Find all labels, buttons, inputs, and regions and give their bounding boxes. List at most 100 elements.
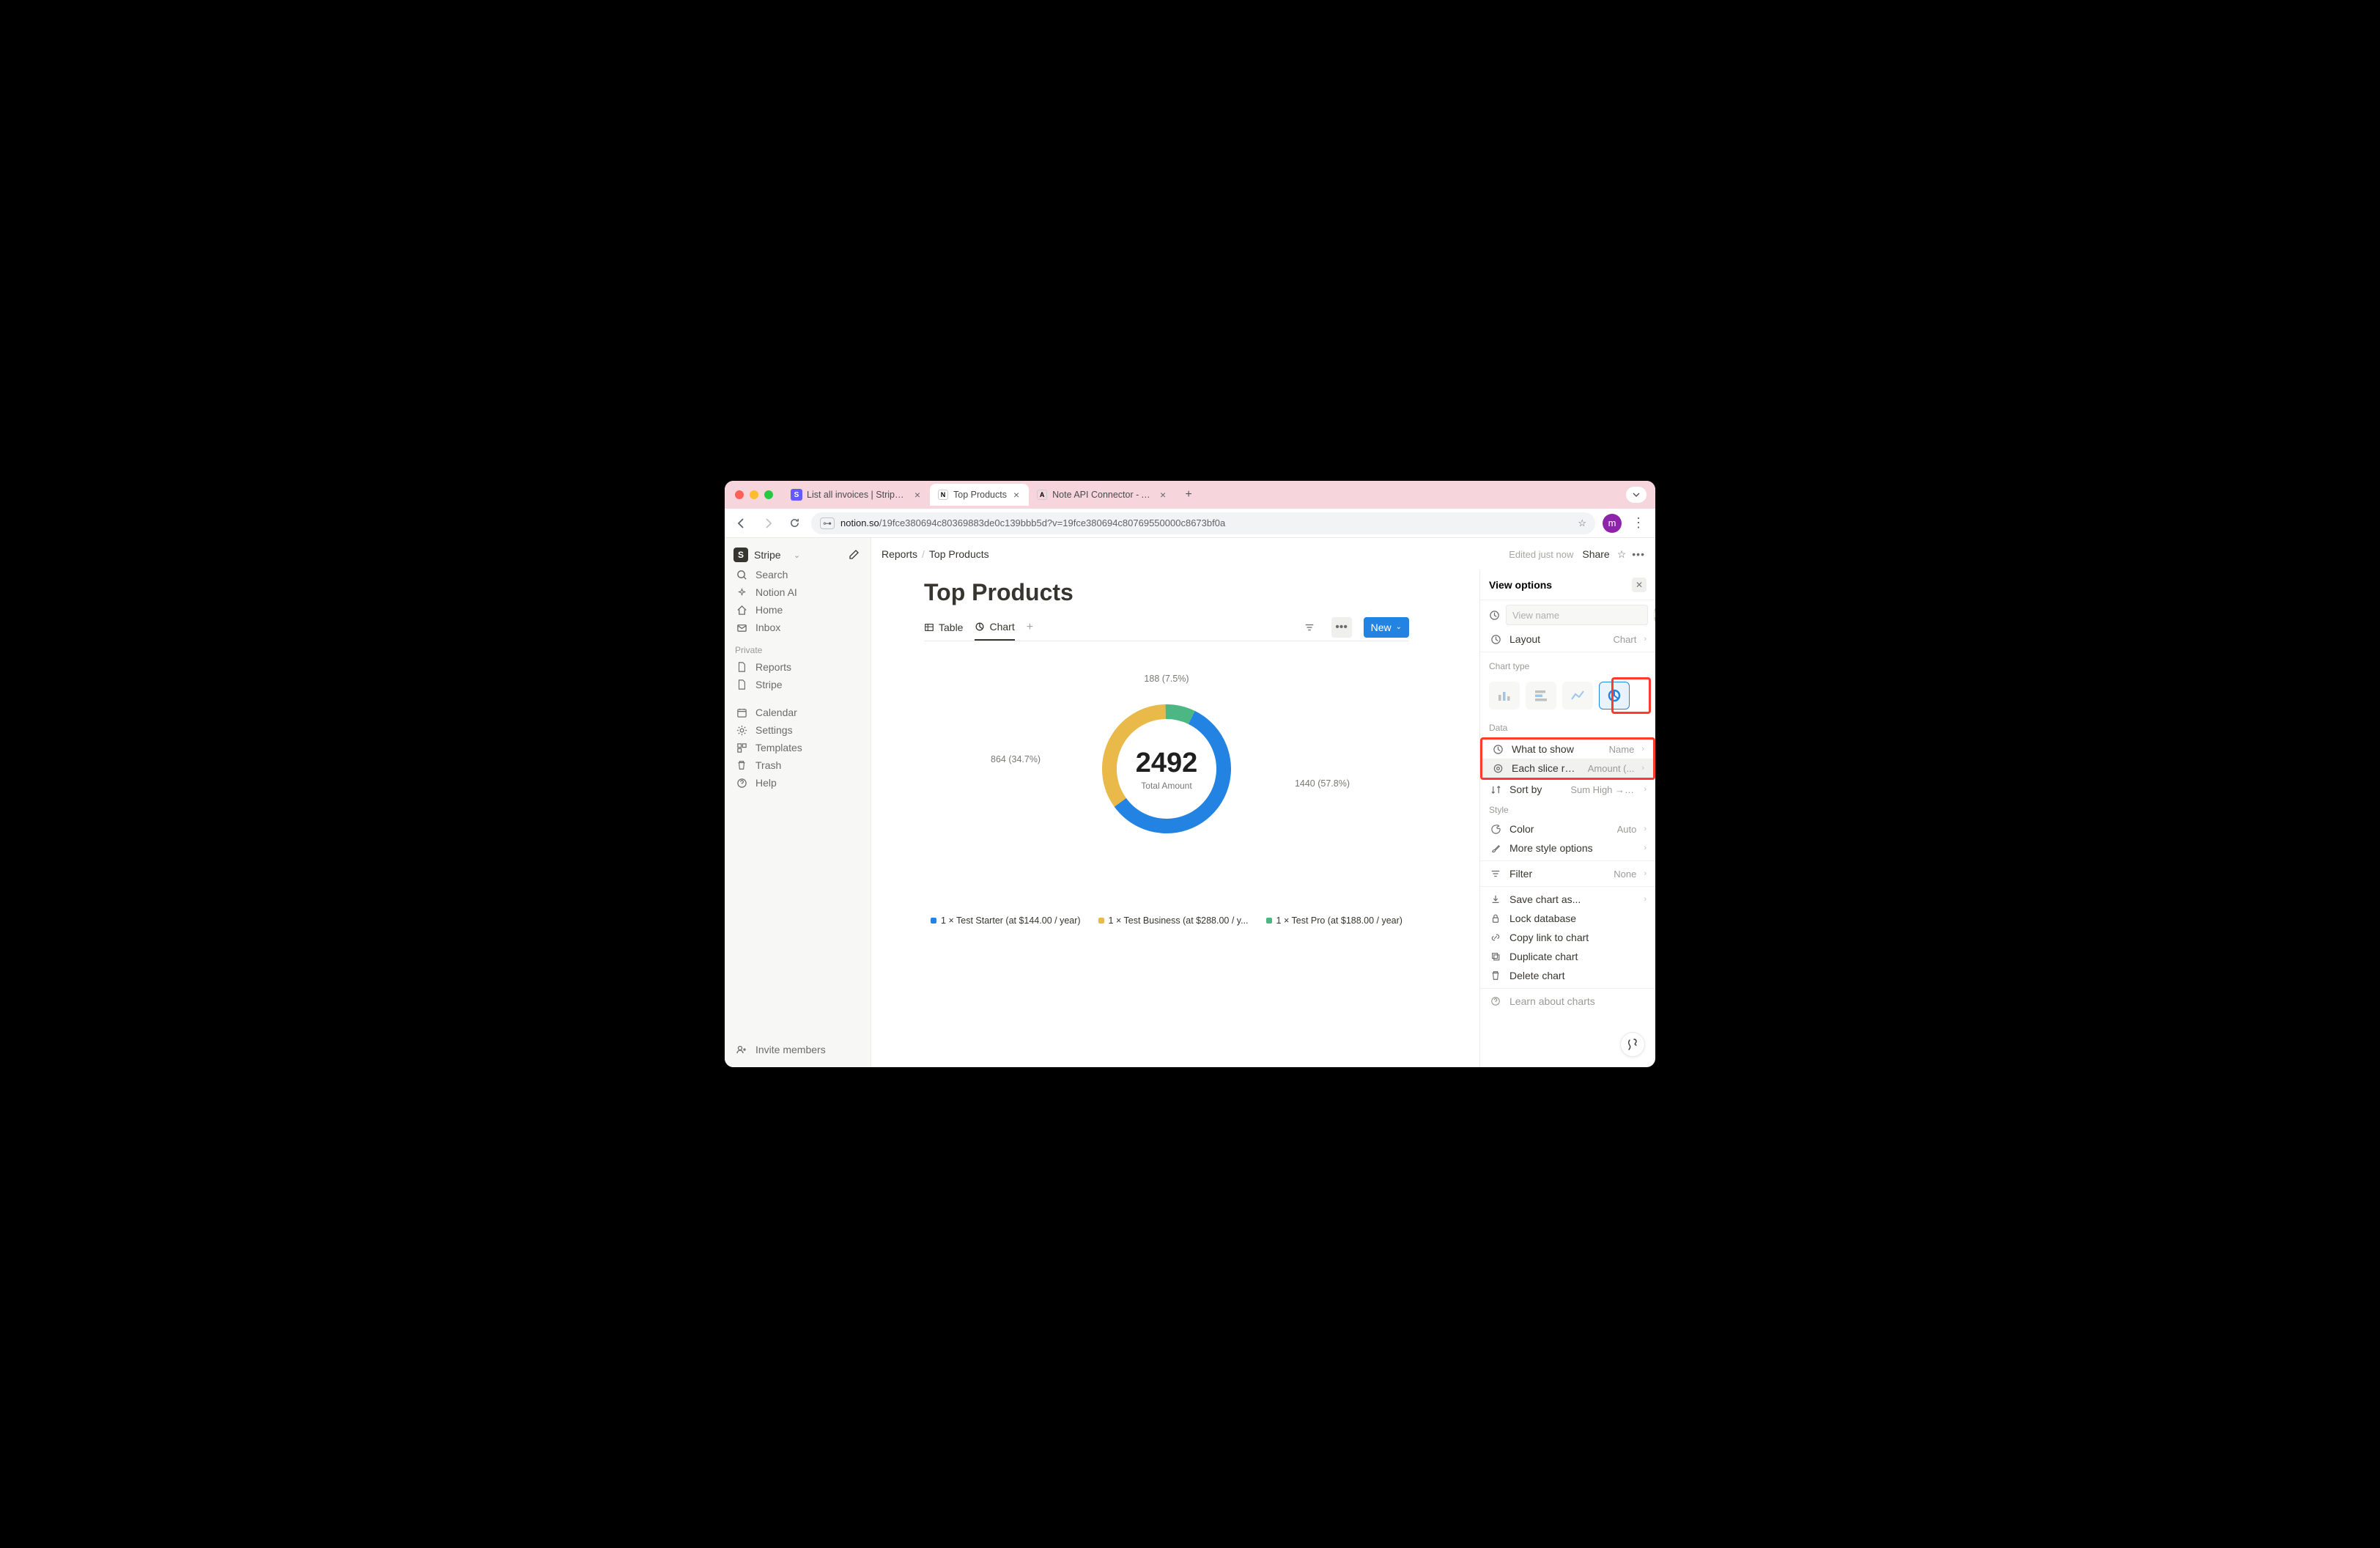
new-tab-button[interactable]: + bbox=[1178, 484, 1199, 505]
sidebar-home[interactable]: Home bbox=[728, 601, 868, 619]
browser-tab-notion[interactable]: N Top Products × bbox=[930, 484, 1029, 506]
page-icon bbox=[735, 662, 748, 672]
site-info-icon[interactable]: ⊶ bbox=[820, 517, 835, 529]
sidebar-page-reports[interactable]: Reports bbox=[728, 658, 868, 676]
inbox-icon bbox=[735, 622, 748, 633]
tabs-dropdown-button[interactable] bbox=[1626, 487, 1647, 503]
help-icon bbox=[1489, 996, 1502, 1006]
maximize-window-button[interactable] bbox=[764, 490, 773, 499]
page-more-button[interactable]: ••• bbox=[1632, 548, 1645, 560]
sidebar-label: Stripe bbox=[755, 679, 783, 690]
favorite-star-icon[interactable]: ☆ bbox=[1617, 548, 1627, 561]
breadcrumb-current[interactable]: Top Products bbox=[929, 548, 989, 560]
panel-row-save-as[interactable]: Save chart as... › bbox=[1480, 890, 1655, 909]
forward-button[interactable] bbox=[758, 514, 777, 533]
panel-row-filter[interactable]: Filter None › bbox=[1480, 864, 1655, 883]
chart-type-bar[interactable] bbox=[1489, 682, 1520, 710]
chart-label-starter: 1440 (57.8%) bbox=[1295, 778, 1350, 789]
view-options-button[interactable]: ••• bbox=[1331, 617, 1352, 638]
app-favicon: A bbox=[1036, 489, 1048, 501]
chart-type-line[interactable] bbox=[1562, 682, 1593, 710]
sidebar-templates[interactable]: Templates bbox=[728, 739, 868, 756]
panel-row-learn[interactable]: Learn about charts bbox=[1480, 992, 1655, 1011]
panel-row-more-style[interactable]: More style options › bbox=[1480, 838, 1655, 858]
new-button[interactable]: New⌄ bbox=[1364, 617, 1409, 638]
trash-icon bbox=[1489, 970, 1502, 981]
browser-tab-app[interactable]: A Note API Connector - App × bbox=[1029, 484, 1175, 506]
panel-close-button[interactable]: ✕ bbox=[1632, 578, 1647, 592]
back-button[interactable] bbox=[732, 514, 751, 533]
close-tab-icon[interactable]: × bbox=[1158, 489, 1168, 501]
panel-row-each-slice[interactable]: Each slice repres... Amount (... › bbox=[1482, 759, 1653, 778]
templates-icon bbox=[735, 742, 748, 753]
panel-row-delete[interactable]: Delete chart bbox=[1480, 966, 1655, 985]
view-tab-label: Table bbox=[939, 622, 963, 633]
filter-button[interactable] bbox=[1299, 617, 1320, 638]
panel-row-color[interactable]: Color Auto › bbox=[1480, 819, 1655, 838]
legend-item-pro[interactable]: 1 × Test Pro (at $188.00 / year) bbox=[1266, 915, 1402, 926]
view-name-input[interactable] bbox=[1506, 605, 1648, 625]
chevron-right-icon: › bbox=[1644, 895, 1647, 904]
sidebar-page-stripe[interactable]: Stripe bbox=[728, 676, 868, 693]
lock-icon bbox=[1489, 913, 1502, 924]
sidebar-settings[interactable]: Settings bbox=[728, 721, 868, 739]
ai-fab-button[interactable] bbox=[1620, 1032, 1645, 1057]
close-tab-icon[interactable]: × bbox=[912, 489, 923, 501]
panel-row-what-to-show[interactable]: What to show Name › bbox=[1482, 740, 1653, 759]
legend-item-business[interactable]: 1 × Test Business (at $288.00 / y... bbox=[1098, 915, 1249, 926]
page-title[interactable]: Top Products bbox=[924, 579, 1409, 606]
help-icon bbox=[735, 778, 748, 789]
panel-row-copy-link[interactable]: Copy link to chart bbox=[1480, 928, 1655, 947]
info-icon[interactable]: i bbox=[1654, 608, 1655, 622]
panel-value: Sum High → Low bbox=[1570, 784, 1636, 795]
workspace-switcher[interactable]: S Stripe ⌄ bbox=[728, 544, 868, 566]
reload-button[interactable] bbox=[785, 514, 804, 533]
chevron-right-icon: › bbox=[1644, 844, 1647, 852]
share-button[interactable]: Share bbox=[1582, 548, 1609, 560]
annotation-highlight: What to show Name › Each slice repres...… bbox=[1480, 737, 1655, 780]
sidebar-help[interactable]: Help bbox=[728, 774, 868, 792]
stripe-favicon: S bbox=[791, 489, 802, 501]
chart-type-hbar[interactable] bbox=[1526, 682, 1556, 710]
panel-row-layout[interactable]: Layout Chart › bbox=[1480, 630, 1655, 649]
add-view-button[interactable]: + bbox=[1027, 621, 1033, 634]
edited-timestamp: Edited just now bbox=[1509, 549, 1573, 560]
chart-total-label: Total Amount bbox=[1136, 781, 1198, 791]
profile-avatar[interactable]: m bbox=[1603, 514, 1622, 533]
panel-row-sort[interactable]: Sort by Sum High → Low › bbox=[1480, 780, 1655, 799]
view-options-panel: View options ✕ i Layout Chart › bbox=[1479, 570, 1655, 1067]
view-tab-table[interactable]: Table bbox=[924, 613, 963, 641]
sidebar-calendar[interactable]: Calendar bbox=[728, 704, 868, 721]
chevron-right-icon: › bbox=[1644, 635, 1647, 644]
browser-menu-button[interactable]: ⋮ bbox=[1629, 514, 1648, 533]
close-window-button[interactable] bbox=[735, 490, 744, 499]
chevron-right-icon: › bbox=[1644, 869, 1647, 878]
sidebar-ai[interactable]: Notion AI bbox=[728, 583, 868, 601]
panel-row-duplicate[interactable]: Duplicate chart bbox=[1480, 947, 1655, 966]
browser-tab-stripe[interactable]: S List all invoices | Stripe API R × bbox=[783, 484, 930, 506]
breadcrumb-reports[interactable]: Reports bbox=[882, 548, 917, 560]
sidebar-inbox[interactable]: Inbox bbox=[728, 619, 868, 636]
chart-type-donut[interactable] bbox=[1599, 682, 1630, 710]
sidebar-search[interactable]: Search bbox=[728, 566, 868, 583]
sidebar-trash[interactable]: Trash bbox=[728, 756, 868, 774]
panel-row-lock[interactable]: Lock database bbox=[1480, 909, 1655, 928]
sidebar-label: Templates bbox=[755, 742, 802, 753]
bookmark-star-icon[interactable]: ☆ bbox=[1578, 517, 1586, 529]
url-field[interactable]: ⊶ notion.so/19fce380694c80369883de0c139b… bbox=[811, 512, 1595, 534]
legend-item-starter[interactable]: 1 × Test Starter (at $144.00 / year) bbox=[931, 915, 1081, 926]
chevron-right-icon: › bbox=[1641, 764, 1644, 773]
panel-label: Learn about charts bbox=[1509, 995, 1647, 1007]
chart-label-business: 864 (34.7%) bbox=[991, 754, 1041, 764]
invite-members-button[interactable]: Invite members bbox=[728, 1038, 868, 1061]
close-tab-icon[interactable]: × bbox=[1011, 489, 1021, 501]
view-tab-chart[interactable]: Chart bbox=[975, 613, 1014, 641]
gear-icon bbox=[735, 725, 748, 736]
panel-value: Name bbox=[1609, 744, 1635, 755]
minimize-window-button[interactable] bbox=[750, 490, 758, 499]
new-page-button[interactable] bbox=[846, 547, 862, 563]
panel-section-data: Data bbox=[1480, 717, 1655, 737]
notion-favicon: N bbox=[937, 489, 949, 501]
duplicate-icon bbox=[1489, 951, 1502, 962]
new-label: New bbox=[1371, 622, 1392, 633]
